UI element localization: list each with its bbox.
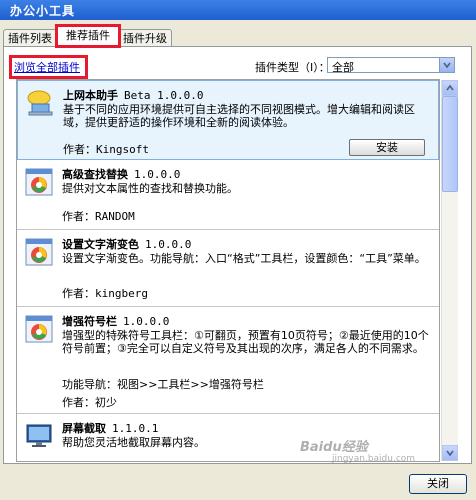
plugin-list-scrollbar[interactable]	[441, 80, 458, 461]
plugin-item-netbook-helper[interactable]: 上网本助手 Beta 1.0.0.0 基于不同的应用环境提供可自主选择的不同视图模…	[17, 80, 439, 160]
window-title: 办公小工具	[10, 4, 76, 18]
monitor-icon	[26, 424, 52, 447]
install-button[interactable]: 安装	[349, 139, 425, 156]
plugin-color-wheel-icon	[25, 168, 53, 196]
plugin-author: 作者：kingberg	[62, 287, 148, 300]
plugin-description: 设置文字渐变色。功能导航：入口“格式”工具栏，设置颜色：“工具”菜单。	[62, 252, 426, 265]
title-bar: 办公小工具	[0, 0, 476, 20]
link-highlight-box	[9, 55, 88, 79]
netbook-speech-icon	[27, 90, 53, 116]
plugin-author: 作者：RANDOM	[62, 210, 135, 223]
tab-plugin-list[interactable]: 插件列表	[3, 29, 57, 47]
scroll-up-icon[interactable]	[442, 80, 458, 96]
plugin-list: 上网本助手 Beta 1.0.0.0 基于不同的应用环境提供可自主选择的不同视图模…	[16, 79, 440, 462]
plugin-description: 帮助您灵活地截取屏幕内容。	[62, 436, 205, 449]
plugin-nav: 功能导航：视图>>工具栏>>增强符号栏	[62, 378, 264, 391]
tab-plugin-upgrade[interactable]: 插件升级	[118, 29, 172, 47]
baidu-watermark: Baidu经验	[300, 440, 368, 455]
plugin-name: 高级查找替换 1.0.0.0	[62, 168, 181, 181]
plugin-name: 上网本助手 Beta 1.0.0.0	[63, 89, 204, 102]
chevron-down-icon[interactable]	[439, 58, 454, 72]
plugin-color-wheel-icon	[25, 238, 53, 266]
plugin-name: 设置文字渐变色 1.0.0.0	[62, 238, 192, 251]
baidu-watermark-url: jingyan.baidu.com	[332, 454, 416, 464]
plugin-item-enhanced-symbol-bar[interactable]: 增强符号栏 1.0.0.0 增强型的特殊符号工具栏：①可翻页，预置有10页符号；②…	[17, 307, 439, 414]
close-button[interactable]: 关闭	[409, 474, 467, 494]
tab-highlight-box	[55, 24, 121, 48]
plugin-name: 增强符号栏 1.0.0.0	[62, 315, 170, 328]
plugin-author: 作者：Kingsoft	[63, 143, 149, 156]
scroll-down-icon[interactable]	[442, 445, 458, 461]
plugin-author: 作者：初少	[62, 396, 117, 409]
plugin-description: 增强型的特殊符号工具栏：①可翻页，预置有10页符号；②最近使用的10个符号前置；…	[62, 329, 429, 355]
plugin-description: 提供对文本属性的查找和替换功能。	[62, 182, 238, 195]
plugin-item-text-gradient[interactable]: 设置文字渐变色 1.0.0.0 设置文字渐变色。功能导航：入口“格式”工具栏，设置…	[17, 230, 439, 307]
plugin-type-select[interactable]: 全部	[327, 57, 455, 74]
scrollbar-thumb[interactable]	[442, 96, 458, 192]
plugin-type-value: 全部	[332, 61, 354, 74]
plugin-description: 基于不同的应用环境提供可自主选择的不同视图模式。增大编辑和阅读区域，提供更舒适的…	[63, 103, 415, 129]
plugin-name: 屏幕截取 1.1.0.1	[62, 422, 159, 435]
plugin-color-wheel-icon	[25, 315, 53, 343]
plugin-type-label: 插件类型（I）：	[255, 61, 330, 74]
plugin-item-advanced-find-replace[interactable]: 高级查找替换 1.0.0.0 提供对文本属性的查找和替换功能。 作者：RANDOM	[17, 160, 439, 230]
